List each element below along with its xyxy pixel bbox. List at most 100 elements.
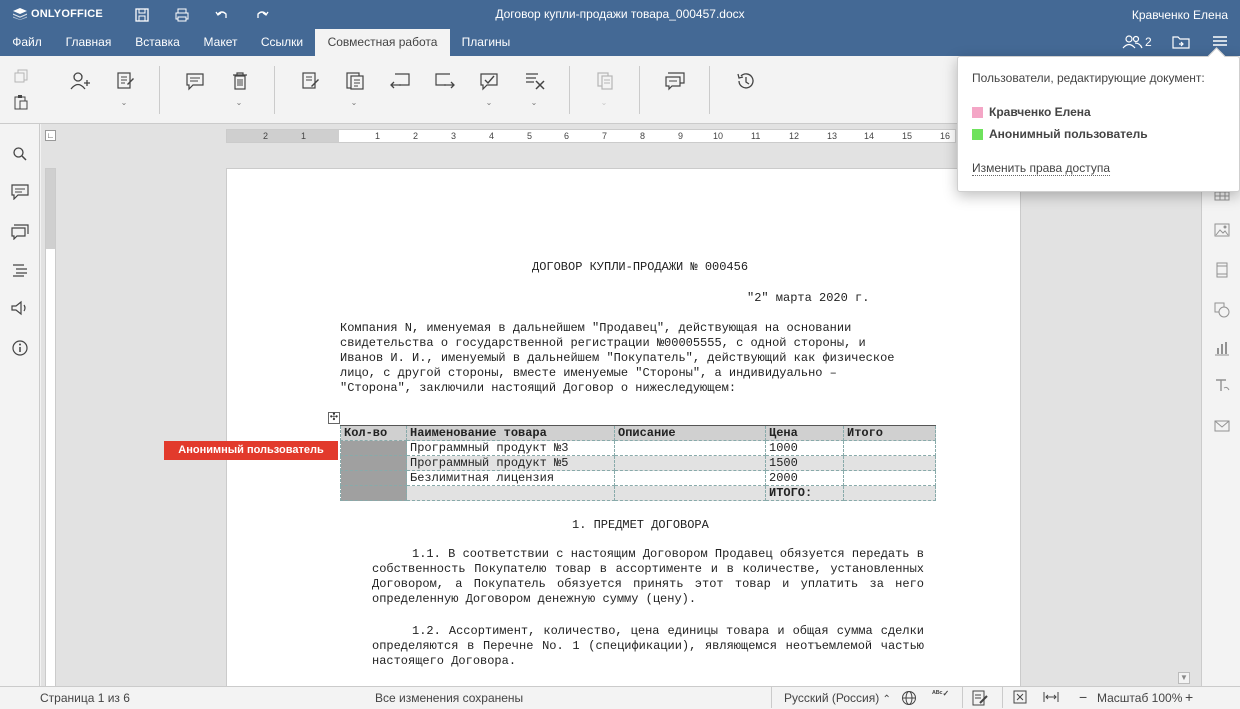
tab-references[interactable]: Ссылки <box>249 29 315 56</box>
reject-change-icon[interactable] <box>522 70 548 92</box>
image-settings-icon[interactable] <box>1212 220 1232 240</box>
paragraph-1-2-text: 1.2. Ассортимент, количество, цена едини… <box>372 624 924 668</box>
table-cell[interactable]: Программный продукт №3 <box>406 440 615 456</box>
shape-settings-icon[interactable] <box>1212 300 1232 320</box>
document-heading: ДОГОВОР КУПЛИ-ПРОДАЖИ № 000456 <box>532 260 749 274</box>
accept-change-caret-icon[interactable]: ⌄ <box>485 99 493 107</box>
chat-icon[interactable] <box>10 222 30 242</box>
ruler-number: 3 <box>451 131 457 141</box>
display-mode-icon[interactable] <box>342 70 368 92</box>
delete-comment-icon[interactable] <box>227 70 253 92</box>
status-separator <box>771 687 772 708</box>
compare-caret-icon[interactable]: ⌄ <box>600 99 608 107</box>
text-art-icon[interactable] <box>1212 376 1232 396</box>
table-cell[interactable] <box>614 470 766 486</box>
table-header-cell: Описание <box>614 425 766 441</box>
add-comment-icon[interactable] <box>182 70 208 92</box>
page-indicator[interactable]: Страница 1 из 6 <box>40 691 130 705</box>
user-color-swatch <box>972 106 983 118</box>
zoom-out-icon[interactable]: − <box>1079 689 1087 705</box>
toolbar-separator <box>639 66 640 114</box>
tab-home[interactable]: Главная <box>54 29 123 56</box>
tab-layout[interactable]: Макет <box>192 29 249 56</box>
chat-icon[interactable] <box>662 70 688 92</box>
display-mode-caret-icon[interactable]: ⌄ <box>350 99 358 107</box>
copy-icon[interactable] <box>8 66 34 86</box>
table-cell[interactable] <box>843 485 936 501</box>
intro-line: "Сторона", заключили настоящий Договор о… <box>340 381 737 395</box>
document-language[interactable]: Русский (Россия) ⌃ <box>784 691 891 705</box>
table-cell[interactable]: 1500 <box>765 455 844 471</box>
table-header-cell: Итого <box>843 425 936 441</box>
table-cell[interactable]: Безлимитная лицензия <box>406 470 615 486</box>
feedback-icon[interactable] <box>10 298 30 318</box>
table-cell[interactable]: ИТОГО: <box>765 485 844 501</box>
table-cell[interactable] <box>340 440 407 456</box>
mail-merge-icon[interactable] <box>1212 416 1232 436</box>
fit-page-icon[interactable] <box>1013 690 1027 707</box>
table-cell[interactable] <box>614 440 766 456</box>
share-access-icon[interactable] <box>67 70 93 92</box>
spellcheck-icon[interactable]: ᴬᴮᶜ✓ <box>932 689 949 698</box>
text-language-icon[interactable] <box>901 690 917 709</box>
intro-line: свидетельства о государственной регистра… <box>340 336 866 350</box>
comments-icon[interactable] <box>10 182 30 202</box>
fit-width-icon[interactable] <box>1043 690 1059 707</box>
change-access-rights-link[interactable]: Изменить права доступа <box>972 161 1111 176</box>
table-cell[interactable] <box>843 440 936 456</box>
horizontal-ruler[interactable]: 2 1 1 2 3 4 5 6 7 8 9 10 11 12 13 14 15 … <box>226 129 956 143</box>
document-canvas[interactable]: ∟ 2 1 1 2 3 4 5 6 7 8 9 10 11 12 13 14 1… <box>41 124 1201 686</box>
table-cell[interactable] <box>614 485 766 501</box>
paste-icon[interactable] <box>8 92 34 112</box>
table-cell[interactable] <box>340 470 407 486</box>
accept-change-icon[interactable] <box>477 70 503 92</box>
paragraph-1-2: 1.2. Ассортимент, количество, цена едини… <box>372 624 924 669</box>
tab-insert[interactable]: Вставка <box>123 29 192 56</box>
ruler-number: 7 <box>602 131 608 141</box>
user-name: Кравченко Елена <box>989 105 1091 119</box>
about-icon[interactable] <box>10 338 30 358</box>
chart-settings-icon[interactable] <box>1212 338 1232 358</box>
table-cell[interactable] <box>340 485 407 501</box>
table-cell[interactable]: Программный продукт №5 <box>406 455 615 471</box>
next-change-icon[interactable] <box>432 70 458 92</box>
version-history-icon[interactable] <box>732 70 758 92</box>
ruler-number: 2 <box>263 131 269 141</box>
tab-collaboration[interactable]: Совместная работа <box>315 29 450 56</box>
table-cell[interactable] <box>614 455 766 471</box>
search-icon[interactable] <box>10 144 30 164</box>
tab-file[interactable]: Файл <box>0 29 54 56</box>
zoom-in-icon[interactable]: + <box>1185 689 1193 705</box>
goods-table[interactable]: Кол-во Наименование товара Описание Цена… <box>340 425 936 501</box>
reject-change-caret-icon[interactable]: ⌄ <box>530 99 538 107</box>
previous-change-icon[interactable] <box>387 70 413 92</box>
table-cell[interactable]: 1000 <box>765 440 844 456</box>
header-footer-icon[interactable] <box>1212 260 1232 280</box>
table-cell[interactable] <box>406 485 615 501</box>
scroll-down-icon[interactable]: ▼ <box>1178 672 1190 684</box>
track-changes-status-icon[interactable] <box>972 690 988 709</box>
table-cell[interactable] <box>843 470 936 486</box>
co-editing-mode-icon[interactable] <box>112 70 138 92</box>
tab-stop-selector[interactable]: ∟ <box>45 130 56 141</box>
table-cell[interactable] <box>843 455 936 471</box>
table-cell[interactable]: 2000 <box>765 470 844 486</box>
track-changes-icon[interactable] <box>297 70 323 92</box>
table-cell[interactable] <box>340 455 407 471</box>
users-button[interactable]: 2 <box>1122 35 1152 49</box>
ruler-number: 12 <box>789 131 800 141</box>
compare-icon[interactable] <box>592 70 618 92</box>
ruler-number: 5 <box>527 131 533 141</box>
navigation-icon[interactable] <box>10 260 30 280</box>
document-page[interactable]: ДОГОВОР КУПЛИ-ПРОДАЖИ № 000456 "2" марта… <box>226 168 1021 686</box>
delete-comment-caret-icon[interactable]: ⌄ <box>235 99 243 107</box>
vertical-ruler[interactable] <box>45 168 56 686</box>
popup-title: Пользователи, редактирующие документ: <box>972 71 1205 85</box>
intro-line: лицо, с другой стороны, вместе именуемые… <box>340 366 837 380</box>
open-location-icon[interactable] <box>1172 35 1190 49</box>
table-move-handle-icon[interactable]: ✣ <box>328 412 340 424</box>
hamburger-menu-icon[interactable] <box>1213 35 1227 47</box>
current-user-name[interactable]: Кравченко Елена <box>1132 8 1228 22</box>
tab-plugins[interactable]: Плагины <box>450 29 522 56</box>
co-editing-mode-caret-icon[interactable]: ⌄ <box>120 99 128 107</box>
